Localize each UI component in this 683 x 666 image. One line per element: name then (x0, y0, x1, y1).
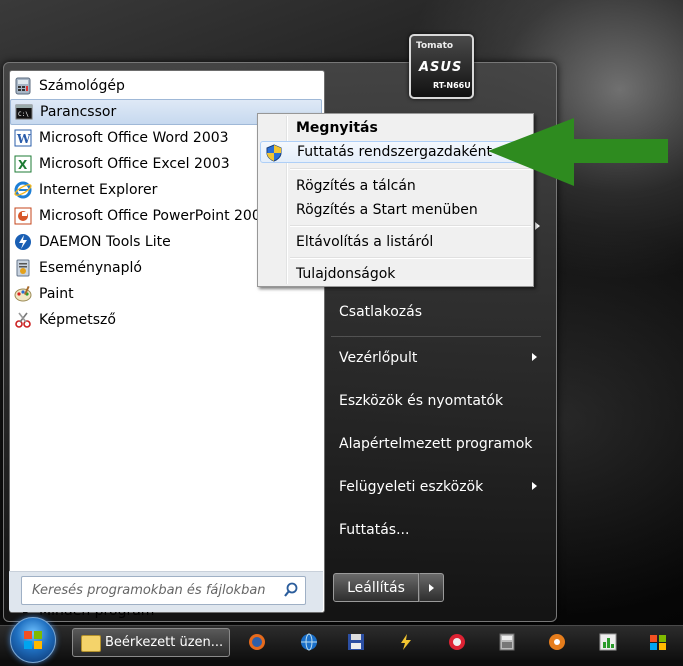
powerpoint-icon (14, 207, 32, 225)
event-log-icon (14, 259, 32, 277)
right-item-label: Csatlakozás (339, 304, 423, 320)
globe-icon[interactable] (298, 631, 320, 653)
context-item-label: Futtatás rendszergazdaként (297, 144, 492, 160)
program-label: Internet Explorer (39, 182, 158, 198)
calculator-icon[interactable] (496, 631, 518, 653)
mail-icon (81, 635, 101, 652)
chevron-right-icon (535, 222, 540, 230)
chevron-right-icon (429, 584, 434, 592)
word-icon: W (14, 129, 32, 147)
search-icon[interactable] (283, 582, 299, 602)
program-label: Eseménynapló (39, 260, 142, 276)
search-box[interactable] (21, 576, 306, 605)
right-item-connect[interactable]: Csatlakozás (331, 297, 541, 327)
program-item-calculator[interactable]: Számológép (10, 73, 322, 99)
divider (331, 336, 541, 337)
taskbar-window-label: Beérkezett üzen... (105, 635, 224, 650)
daemon-tools-icon[interactable] (395, 631, 417, 653)
context-item-label: Tulajdonságok (296, 266, 396, 282)
shutdown-options-button[interactable] (419, 573, 444, 602)
right-item-label: Eszközök és nyomtatók (339, 393, 504, 409)
context-item-properties[interactable]: Tulajdonságok (260, 263, 531, 285)
user-picture-text: Tomato (416, 41, 454, 51)
program-label: Microsoft Office PowerPoint 2003 (39, 208, 270, 224)
network-icon[interactable] (446, 631, 468, 653)
settings-icon[interactable] (546, 631, 568, 653)
user-picture-text: RT-N66U (433, 81, 471, 90)
windows-logo-icon (24, 631, 42, 649)
internet-explorer-icon (14, 181, 32, 199)
divider (290, 225, 531, 227)
paint-icon (14, 285, 32, 303)
chevron-right-icon (532, 353, 537, 361)
firefox-icon[interactable] (246, 631, 268, 653)
right-item-run[interactable]: Futtatás... (331, 515, 541, 545)
search-input[interactable] (30, 582, 279, 599)
calculator-icon (14, 77, 32, 95)
shutdown-button[interactable]: Leállítás (333, 573, 419, 602)
right-item-default-programs[interactable]: Alapértelmezett programok (331, 429, 541, 459)
user-picture[interactable]: Tomato ASUS RT-N66U (409, 34, 474, 99)
shutdown-label: Leállítás (347, 579, 405, 596)
uac-shield-icon (265, 144, 283, 166)
program-label: Microsoft Office Word 2003 (39, 130, 229, 146)
svg-text:W: W (16, 132, 31, 146)
svg-text:C:\: C:\ (18, 111, 29, 118)
right-item-control-panel[interactable]: Vezérlőpult (331, 343, 541, 373)
daemon-tools-icon (14, 233, 32, 251)
program-item-snipping-tool[interactable]: Képmetsző (10, 307, 322, 333)
context-item-label: Megnyitás (296, 120, 378, 136)
program-label: Képmetsző (39, 312, 116, 328)
right-item-label: Felügyeleti eszközök (339, 479, 484, 495)
excel-icon: X (14, 155, 32, 173)
windows-logo-icon[interactable] (647, 631, 669, 653)
program-label: Parancssor (40, 104, 117, 120)
search-area (9, 571, 323, 612)
context-item-label: Eltávolítás a listáról (296, 234, 434, 250)
divider (290, 257, 531, 259)
program-label: Paint (39, 286, 74, 302)
context-item-pin-start[interactable]: Rögzítés a Start menüben (260, 199, 531, 221)
program-label: DAEMON Tools Lite (39, 234, 171, 250)
program-label: Számológép (39, 78, 125, 94)
right-item-label: Vezérlőpult (339, 350, 418, 366)
right-item-admin-tools[interactable]: Felügyeleti eszközök (331, 472, 541, 502)
green-arrow-icon (488, 118, 668, 186)
program-label: Microsoft Office Excel 2003 (39, 156, 230, 172)
context-item-label: Rögzítés a tálcán (296, 178, 416, 194)
context-item-remove[interactable]: Eltávolítás a listáról (260, 231, 531, 253)
right-item-label: Alapértelmezett programok (339, 436, 533, 452)
right-item-label: Futtatás... (339, 522, 410, 538)
command-prompt-icon: C:\ (15, 103, 33, 121)
chart-icon[interactable] (597, 631, 619, 653)
start-button[interactable] (10, 617, 56, 663)
floppy-icon[interactable] (345, 631, 367, 653)
context-item-label: Rögzítés a Start menüben (296, 202, 478, 218)
svg-text:X: X (18, 158, 28, 172)
right-item-devices-printers[interactable]: Eszközök és nyomtatók (331, 386, 541, 416)
taskbar-window-button[interactable]: Beérkezett üzen... (72, 628, 230, 657)
user-picture-text: ASUS (419, 60, 463, 75)
snipping-tool-icon (14, 311, 32, 329)
chevron-right-icon (532, 482, 537, 490)
